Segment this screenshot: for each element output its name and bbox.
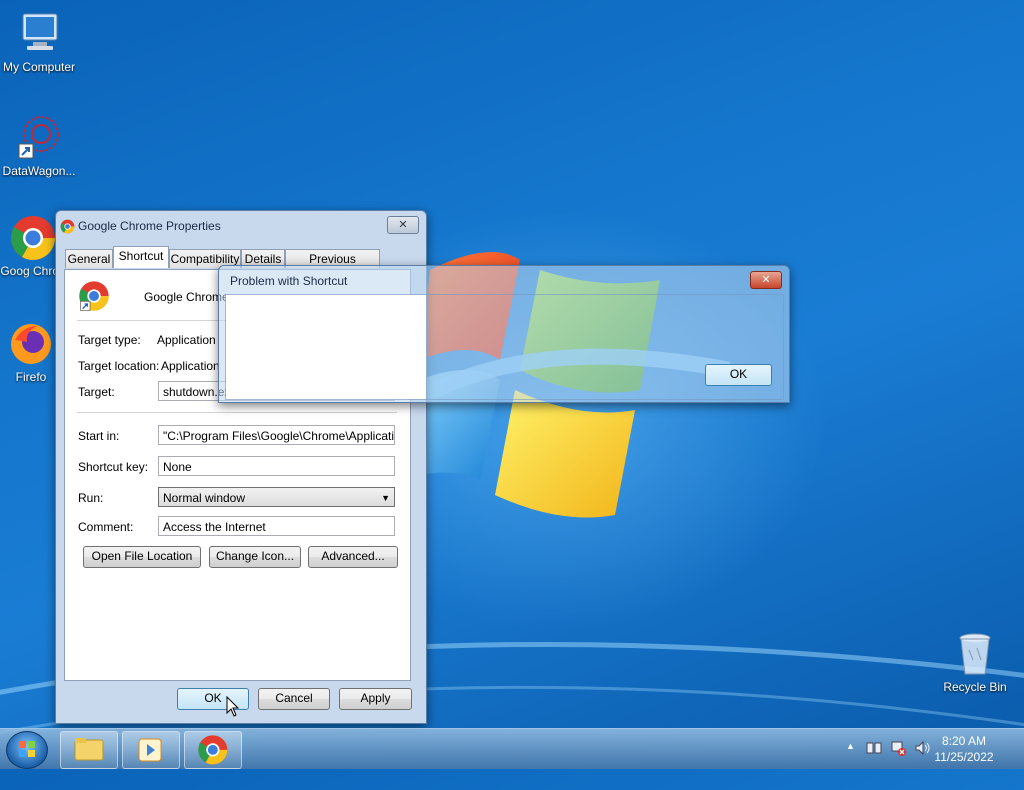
- dropdown-arrow-icon: ▼: [381, 493, 390, 503]
- target-label: Target:: [78, 385, 115, 399]
- comment-field[interactable]: Access the Internet: [158, 516, 395, 536]
- desktop-icon-label: My Computer: [2, 60, 76, 74]
- problem-with-shortcut-dialog: Problem with Shortcut ✕ OK: [218, 265, 790, 403]
- chrome-icon: [198, 735, 228, 765]
- close-button[interactable]: ✕: [387, 216, 419, 234]
- dialog-ok-button[interactable]: OK: [705, 364, 772, 386]
- desktop-icon-my-computer[interactable]: My Computer: [1, 10, 77, 74]
- computer-icon: [15, 10, 63, 58]
- open-file-location-button[interactable]: Open File Location: [83, 546, 201, 568]
- start-in-label: Start in:: [78, 429, 120, 443]
- run-select-value: Normal window: [163, 491, 246, 505]
- taskbar-chrome-button[interactable]: [184, 731, 242, 769]
- start-in-field[interactable]: "C:\Program Files\Google\Chrome\Applicat…: [158, 425, 395, 445]
- change-icon-button[interactable]: Change Icon...: [209, 546, 301, 568]
- clock[interactable]: 8:20 AM 11/25/2022: [924, 733, 1004, 765]
- run-label: Run:: [78, 491, 104, 505]
- target-type-value: Application: [157, 333, 216, 347]
- comment-label: Comment:: [78, 520, 134, 534]
- recycle-bin-icon: [951, 630, 999, 678]
- close-icon: ✕: [761, 273, 771, 286]
- run-select[interactable]: Normal window ▼: [158, 487, 395, 507]
- app-name: Google Chrome: [144, 290, 229, 304]
- network-error-icon[interactable]: [890, 740, 906, 759]
- desktop-icon-datawagon[interactable]: DataWagon...: [1, 114, 77, 178]
- show-hidden-icons-button[interactable]: ▲: [846, 741, 855, 751]
- dialog-content-area: [226, 295, 426, 399]
- apply-button[interactable]: Apply: [339, 688, 412, 710]
- advanced-button[interactable]: Advanced...: [308, 546, 398, 568]
- properties-titlebar[interactable]: Google Chrome Properties ✕: [56, 211, 426, 239]
- problem-titlebar[interactable]: Problem with Shortcut ✕: [219, 266, 789, 294]
- dialog-close-button[interactable]: ✕: [750, 271, 782, 289]
- taskbar-explorer-button[interactable]: [60, 731, 118, 769]
- folder-icon: [74, 738, 104, 761]
- shortcut-key-field[interactable]: None: [158, 456, 395, 476]
- chrome-icon: [9, 214, 57, 262]
- chrome-app-icon: [78, 280, 110, 315]
- taskbar: ▲ 8:20 AM 11/25/2022: [0, 728, 1024, 769]
- windows-start-icon: [19, 741, 35, 757]
- desktop-icon-label: Firefo: [15, 370, 47, 384]
- cancel-button[interactable]: Cancel: [258, 688, 330, 710]
- start-button[interactable]: [6, 731, 48, 769]
- desktop-icon-label: DataWagon...: [2, 164, 76, 178]
- chrome-small-icon: [60, 219, 75, 237]
- taskbar-media-player-button[interactable]: [122, 731, 180, 769]
- desktop-icon-recycle-bin[interactable]: Recycle Bin: [937, 630, 1013, 694]
- target-location-label: Target location:: [78, 359, 160, 373]
- dialog-body: [225, 294, 784, 400]
- tab-general[interactable]: General: [65, 249, 113, 268]
- target-type-label: Target type:: [78, 333, 141, 347]
- mouse-cursor-icon: [226, 696, 240, 717]
- window-title: Google Chrome Properties: [78, 219, 221, 233]
- media-player-icon: [138, 738, 162, 762]
- clock-time: 8:20 AM: [941, 734, 987, 748]
- target-location-value: Application: [161, 359, 220, 373]
- action-center-icon[interactable]: [866, 740, 882, 759]
- desktop-icon-label: Recycle Bin: [943, 680, 1007, 694]
- shortcut-key-label: Shortcut key:: [78, 460, 149, 474]
- close-icon: ✕: [398, 218, 408, 231]
- desktop-icon-firefox[interactable]: Firefo: [0, 320, 62, 384]
- firefox-icon: [7, 320, 55, 368]
- separator: [77, 412, 397, 413]
- dialog-title: Problem with Shortcut: [230, 274, 348, 288]
- tab-shortcut[interactable]: Shortcut: [113, 246, 169, 268]
- clock-date: 11/25/2022: [934, 750, 994, 764]
- datawagon-icon: [15, 114, 63, 162]
